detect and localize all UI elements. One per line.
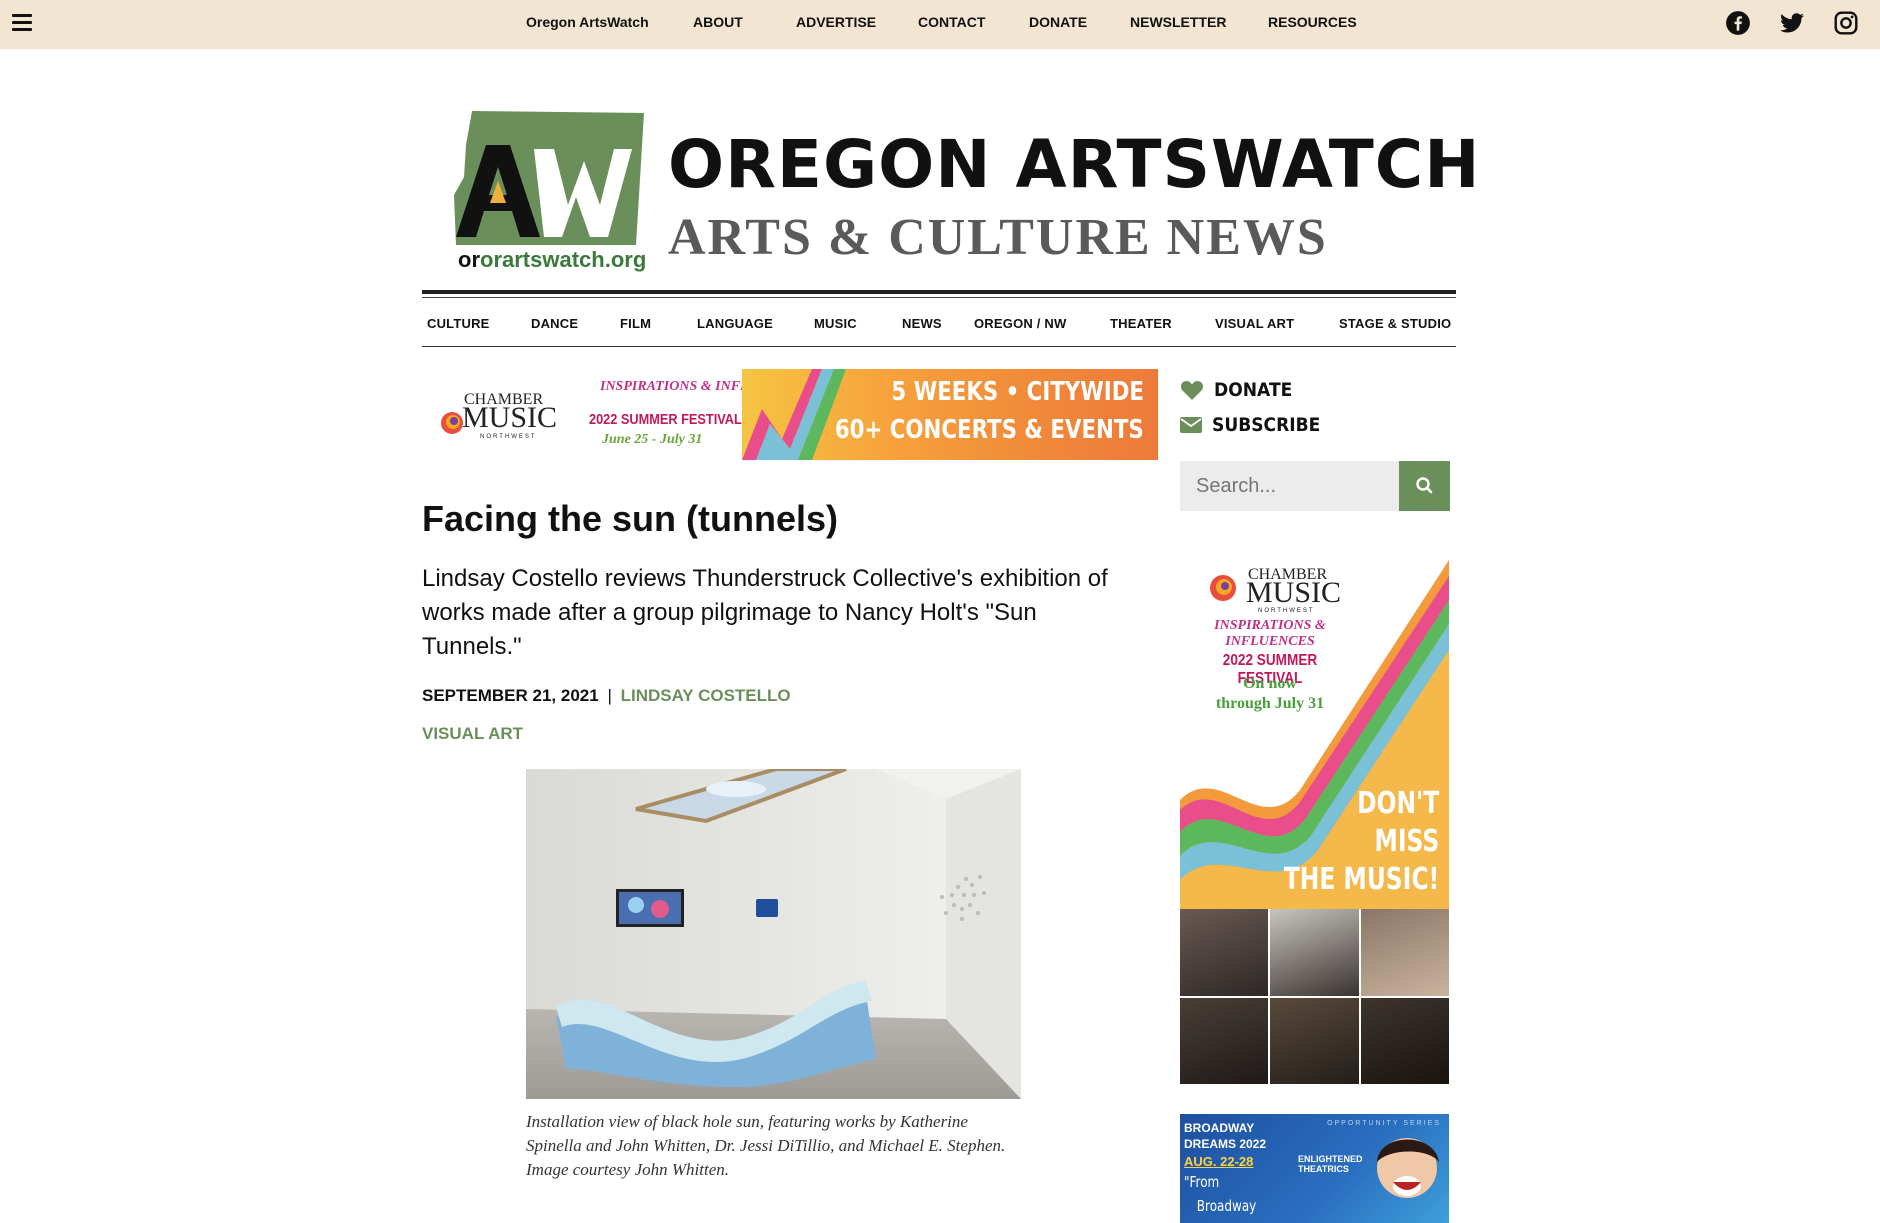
top-nav-about[interactable]: ABOUT	[693, 14, 743, 30]
top-nav-donate[interactable]: DONATE	[1029, 14, 1087, 30]
logo-title: OREGON ARTSWATCH	[668, 126, 1481, 203]
subscribe-link[interactable]: SUBSCRIBE	[1180, 414, 1332, 436]
category-language[interactable]: LANGUAGE	[697, 316, 773, 331]
top-nav-contact[interactable]: CONTACT	[918, 14, 985, 30]
meta-separator: |	[607, 686, 612, 705]
top-nav-resources[interactable]: RESOURCES	[1268, 14, 1357, 30]
article-category-link[interactable]: VISUAL ART	[422, 724, 523, 744]
category-news[interactable]: NEWS	[902, 316, 942, 331]
swirl-logo-icon	[441, 412, 463, 434]
ad-broadway-producer: ENLIGHTENED THEATRICS	[1298, 1154, 1363, 1174]
nav-rule-thick	[422, 290, 1456, 294]
top-nav-newsletter[interactable]: NEWSLETTER	[1130, 14, 1226, 30]
banner-ad-org-line2: MUSIC	[462, 401, 558, 434]
ad-musician-photos	[1180, 909, 1449, 1084]
ad-broadway-line2: DREAMS 2022	[1184, 1137, 1267, 1151]
category-culture[interactable]: CULTURE	[427, 316, 490, 331]
article-photo[interactable]	[526, 769, 1021, 1099]
ad-broadway-dates: AUG. 22-28	[1184, 1154, 1254, 1169]
envelope-icon	[1180, 417, 1202, 433]
category-theater[interactable]: THEATER	[1110, 316, 1172, 331]
ad-broadway-quote1: "From	[1184, 1173, 1220, 1191]
site-logo[interactable]: or orartswatch.org	[450, 105, 650, 283]
donate-label: DONATE	[1214, 379, 1293, 401]
ad-on-now-line1: On now	[1243, 675, 1297, 692]
category-visual-art[interactable]: VISUAL ART	[1215, 316, 1294, 331]
banner-ad[interactable]: CHAMBER MUSIC NORTHWEST INSPIRATIONS & I…	[422, 369, 1158, 460]
search-icon	[1416, 477, 1433, 494]
nav-rule-bottom	[422, 346, 1456, 347]
twitter-icon[interactable]	[1779, 10, 1805, 36]
ad-broadway-quote: "From Broadway	[1184, 1170, 1256, 1218]
ad-on-now-line2: through July 31	[1215, 695, 1325, 712]
sidebar-ad-festival[interactable]: CHAMBER MUSIC NORTHWEST INSPIRATIONS & I…	[1180, 560, 1449, 1084]
banner-ad-dates: June 25 - July 31	[602, 432, 703, 447]
heart-icon	[1180, 381, 1204, 400]
article-dek: Lindsay Costello reviews Thunderstruck C…	[422, 565, 1108, 660]
nav-rule-thin	[422, 297, 1456, 298]
top-nav-site-name[interactable]: Oregon ArtsWatch	[526, 14, 649, 30]
musician-photo	[1360, 909, 1449, 996]
top-nav: Oregon ArtsWatch ABOUT ADVERTISE CONTACT…	[0, 0, 1880, 45]
musician-photo	[1270, 997, 1359, 1084]
ad-miss: MISS	[1374, 824, 1439, 859]
top-bar: Oregon ArtsWatch ABOUT ADVERTISE CONTACT…	[0, 0, 1880, 49]
ad-on-now: On now through July 31	[1180, 674, 1360, 714]
svg-text:or: or	[458, 247, 480, 272]
musician-photo	[1180, 997, 1269, 1084]
article-meta: SEPTEMBER 21, 2021 | LINDSAY COSTELLO	[422, 686, 791, 706]
banner-ad-festival-title: 2022 SUMMER FESTIVAL	[589, 411, 742, 428]
ad-festival-name: INSPIRATIONS & INFLUENCES	[1214, 618, 1326, 649]
ad-broadway-series: OPPORTUNITY SERIES	[1327, 1120, 1441, 1127]
category-oregon-nw[interactable]: OREGON / NW	[974, 316, 1066, 331]
category-dance[interactable]: DANCE	[531, 316, 578, 331]
ad-broadway-quote2: Broadway	[1196, 1197, 1257, 1215]
search-button[interactable]	[1399, 461, 1450, 511]
category-music[interactable]: MUSIC	[814, 316, 857, 331]
logo-url: orartswatch.org	[480, 247, 646, 272]
banner-ad-headline2: 60+ CONCERTS & EVENTS	[835, 415, 1144, 445]
article-title: Facing the sun (tunnels)	[422, 498, 839, 539]
ad-org-line3: NORTHWEST	[1258, 608, 1315, 614]
performer-photo	[1377, 1138, 1439, 1198]
ad-broadway-title: BROADWAY DREAMS 2022	[1184, 1120, 1266, 1152]
photo-caption: Installation view of black hole sun, fea…	[526, 1112, 1006, 1179]
logo-subtitle: ARTS & CULTURE NEWS	[668, 209, 1328, 266]
author-link[interactable]: LINDSAY COSTELLO	[621, 686, 791, 705]
category-stage-studio[interactable]: STAGE & STUDIO	[1339, 316, 1451, 331]
sidebar-ad-broadway[interactable]: BROADWAY DREAMS 2022 OPPORTUNITY SERIES …	[1180, 1114, 1449, 1223]
banner-ad-org-line3: NORTHWEST	[480, 434, 537, 440]
top-nav-advertise[interactable]: ADVERTISE	[796, 14, 876, 30]
search-input[interactable]	[1180, 461, 1400, 511]
musician-photo	[1270, 909, 1359, 996]
ad-swirl-icon	[1210, 575, 1236, 601]
subscribe-label: SUBSCRIBE	[1212, 414, 1321, 436]
ad-dont: DON'T	[1356, 786, 1439, 821]
ad-org-line2: MUSIC	[1246, 576, 1342, 609]
ad-dont-miss: DON'T MISS THE MUSIC!	[1284, 785, 1439, 899]
banner-ad-headline1: 5 WEEKS • CITYWIDE	[891, 377, 1144, 407]
banner-ad-graphic: 5 WEEKS • CITYWIDE 60+ CONCERTS & EVENTS	[742, 369, 1158, 460]
ad-the-music: THE MUSIC!	[1283, 862, 1439, 897]
article-date: SEPTEMBER 21, 2021	[422, 686, 599, 705]
donate-link[interactable]: DONATE	[1180, 379, 1301, 401]
facebook-icon[interactable]	[1725, 10, 1751, 36]
musician-photo	[1360, 997, 1449, 1084]
instagram-icon[interactable]	[1833, 10, 1859, 36]
musician-photo	[1180, 909, 1269, 996]
category-film[interactable]: FILM	[620, 316, 651, 331]
ad-broadway-line1: BROADWAY	[1184, 1121, 1255, 1135]
